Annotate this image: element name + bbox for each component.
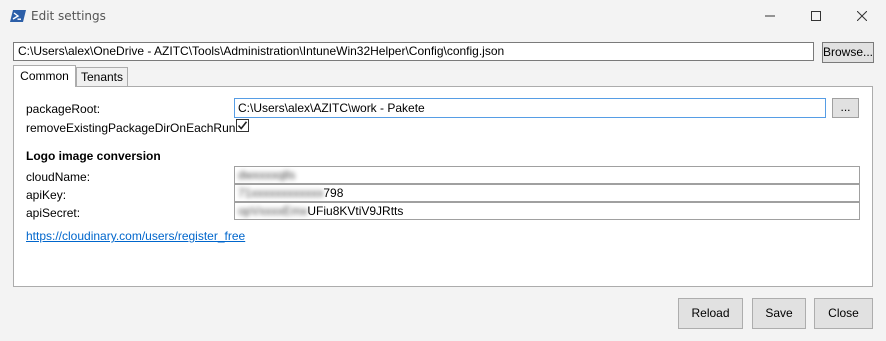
logo-section-title: Logo image conversion [26,149,161,163]
minimize-icon [765,15,775,17]
cloud-name-input[interactable]: dwxxxxqlls [234,166,860,184]
tab-common[interactable]: Common [13,65,76,87]
api-secret-visible-value: UFiu8KVtiV9JRtts [307,204,404,218]
tab-tenants[interactable]: Tenants [76,67,128,87]
maximize-button[interactable] [793,0,839,32]
package-root-browse-button[interactable]: ... [832,98,859,118]
config-path-field[interactable]: C:\Users\alex\OneDrive - AZITC\Tools\Adm… [13,42,814,61]
maximize-icon [811,11,821,21]
cloud-name-label: cloudName: [26,170,91,184]
remove-existing-checkbox[interactable] [236,119,249,132]
minimize-button[interactable] [747,0,793,32]
package-root-input[interactable]: C:\Users\alex\AZITC\work - Pakete [234,98,826,118]
api-secret-input[interactable]: opVxxxxEmxUFiu8KVtiV9JRtts [234,202,860,220]
window-title: Edit settings [31,9,106,23]
checkmark-icon [237,121,248,130]
api-key-label: apiKey: [26,188,67,202]
reload-button[interactable]: Reload [678,298,743,329]
api-key-input[interactable]: 71xxxxxxxxxxxx798 [234,184,860,202]
remove-existing-label: removeExistingPackageDirOnEachRun: [26,121,239,135]
close-button[interactable]: Close [814,298,873,329]
browse-config-button[interactable]: Browse... [822,42,874,63]
title-bar: Edit settings [0,0,886,32]
api-key-hidden-value: 71xxxxxxxxxxxx [238,186,324,200]
cloud-name-value: dwxxxxqlls [238,168,296,182]
close-icon [857,11,867,21]
cloudinary-register-link[interactable]: https://cloudinary.com/users/register_fr… [26,229,245,243]
save-button[interactable]: Save [752,298,806,329]
api-secret-hidden-value: opVxxxxEmx [238,204,308,218]
close-window-button[interactable] [839,0,885,32]
package-root-label: packageRoot: [26,102,101,116]
powershell-icon [10,8,26,24]
api-secret-label: apiSecret: [26,206,81,220]
api-key-visible-value: 798 [323,186,344,200]
